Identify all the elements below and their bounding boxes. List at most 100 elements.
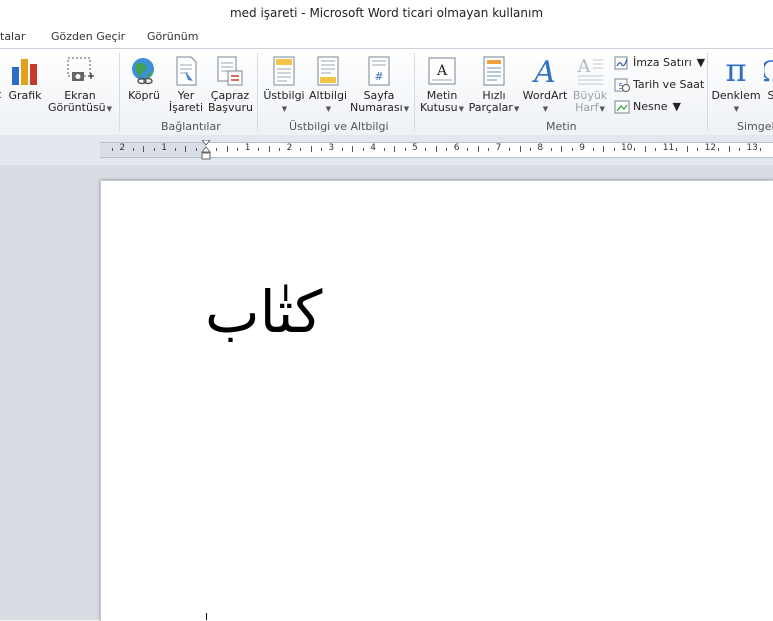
ruler-tick (300, 148, 302, 151)
ruler-label: 3 (328, 143, 335, 153)
svg-text:A: A (436, 63, 448, 79)
group-separator (257, 53, 258, 131)
dropdown-arrow-icon: ▼ (513, 105, 520, 113)
ruler-label: 1 (161, 143, 167, 153)
ruler-tick (519, 146, 521, 152)
cross-reference-button[interactable]: Çapraz Başvuru (208, 55, 253, 114)
dropdown-arrow-icon: ▼ (672, 100, 681, 113)
document-page[interactable] (100, 180, 773, 621)
hyperlink-button[interactable]: Köprü (126, 55, 162, 102)
omega-icon: Ω (764, 55, 773, 87)
tab-view[interactable]: Görünüm (147, 30, 198, 43)
text-cursor (206, 613, 207, 620)
group-label-symbols: Simgeler (737, 120, 773, 133)
ruler-tick (634, 148, 636, 151)
ruler-tick (268, 146, 270, 152)
bookmark-button[interactable]: Yer İşareti (168, 55, 204, 114)
drop-cap-button[interactable]: A Büyük Harf▼ (571, 55, 609, 115)
screenshot-button[interactable]: Ekran Görüntüsü▼ (46, 55, 114, 115)
indent-marker-icon[interactable] (201, 140, 211, 162)
ribbon-tabs: talar Gözden Geçir Görünüm (0, 26, 773, 48)
footer-icon (317, 56, 339, 86)
date-time-button[interactable]: 5 Tarih ve Saat (614, 77, 704, 93)
ruler-tick (446, 148, 448, 151)
ruler-tick (509, 148, 511, 151)
ruler-tick (341, 148, 343, 151)
ruler-tick (613, 148, 615, 151)
svg-text:A: A (531, 55, 556, 87)
dropdown-arrow-icon: ▼ (542, 105, 549, 113)
ruler-tick (174, 148, 176, 151)
svg-text:π: π (725, 53, 746, 87)
text-box-button[interactable]: A Metin Kutusu▼ (418, 55, 466, 115)
ruler-tick (571, 148, 573, 151)
group-label-links: Bağlantılar (161, 120, 221, 133)
header-button[interactable]: Üstbilgi ▼ (262, 55, 306, 115)
ruler-label: 5 (412, 143, 418, 153)
chart-button[interactable]: Grafik (8, 55, 42, 102)
wordart-button[interactable]: A WordArt ▼ (521, 55, 569, 115)
ruler-label: 2 (119, 143, 126, 153)
ruler-tick (477, 146, 479, 152)
ruler-tick (237, 148, 239, 151)
ruler-tick (738, 148, 740, 151)
ruler-tick (676, 148, 678, 151)
group-label-header-footer: Üstbilgi ve Altbilgi (289, 120, 389, 133)
page-number-button[interactable]: # Sayfa Numarası▼ (350, 55, 409, 115)
quick-parts-button[interactable]: Hızlı Parçalar▼ (468, 55, 520, 115)
ruler-tick (226, 146, 228, 152)
ruler-tick (561, 146, 563, 152)
ruler-label: 4 (370, 143, 376, 153)
ruler-tick (394, 146, 396, 152)
symbol-button[interactable]: Ω S (764, 53, 773, 102)
tab-references[interactable]: talar (0, 30, 25, 43)
ruler-tick (592, 148, 594, 151)
ruler-tick (143, 146, 145, 152)
ruler-tick (728, 146, 730, 152)
pi-icon: π (725, 53, 746, 87)
ruler-tick (697, 148, 699, 151)
tab-review[interactable]: Gözden Geçir (51, 30, 125, 43)
wordart-icon: A (531, 55, 556, 87)
ruler-tick (195, 148, 197, 151)
ruler-label: 1 (244, 143, 251, 153)
signature-line-button[interactable]: İmza Satırı ▼ (614, 55, 705, 71)
ruler-tick (216, 148, 218, 151)
group-separator (414, 53, 415, 131)
dropdown-arrow-icon: ▼ (106, 105, 113, 113)
signature-line-icon (614, 56, 628, 70)
object-icon (614, 100, 630, 114)
ruler-tick (132, 148, 134, 151)
object-button[interactable]: Nesne ▼ (614, 99, 681, 115)
ruler-tick (153, 148, 155, 151)
ruler-tick (759, 148, 761, 151)
group-separator (119, 53, 120, 131)
ruler-label: 8 (537, 143, 544, 153)
partial-button[interactable]: t (0, 89, 1, 101)
svg-text:A: A (577, 56, 592, 77)
globe-link-icon (132, 58, 154, 85)
window-title: med işareti - Microsoft Word ticari olma… (229, 6, 544, 20)
drop-cap-icon: A (577, 56, 603, 85)
footer-button[interactable]: Altbilgi ▼ (306, 55, 350, 115)
cross-reference-icon (217, 56, 243, 86)
document-text[interactable]: كتٰاب (205, 278, 322, 346)
dropdown-arrow-icon: ▼ (599, 105, 605, 113)
ruler-tick (488, 148, 490, 151)
ruler-tick (718, 148, 720, 151)
equation-button[interactable]: π Denklem ▼ (711, 53, 761, 115)
ruler-label: 10 (621, 143, 633, 153)
ruler-tick (383, 148, 385, 151)
ruler-tick (467, 148, 469, 151)
ruler-tick (529, 148, 531, 151)
title-bar: med işareti - Microsoft Word ticari olma… (0, 0, 773, 26)
group-separator (707, 53, 708, 131)
ruler-tick (320, 148, 322, 151)
ruler-tick (686, 146, 688, 152)
bookmark-icon (176, 56, 197, 86)
ruler-tick (310, 146, 312, 152)
ruler-tick (352, 146, 354, 152)
ruler-tick (404, 148, 406, 151)
ruler-label: 6 (453, 143, 460, 153)
dropdown-arrow-icon: ▼ (696, 56, 706, 69)
